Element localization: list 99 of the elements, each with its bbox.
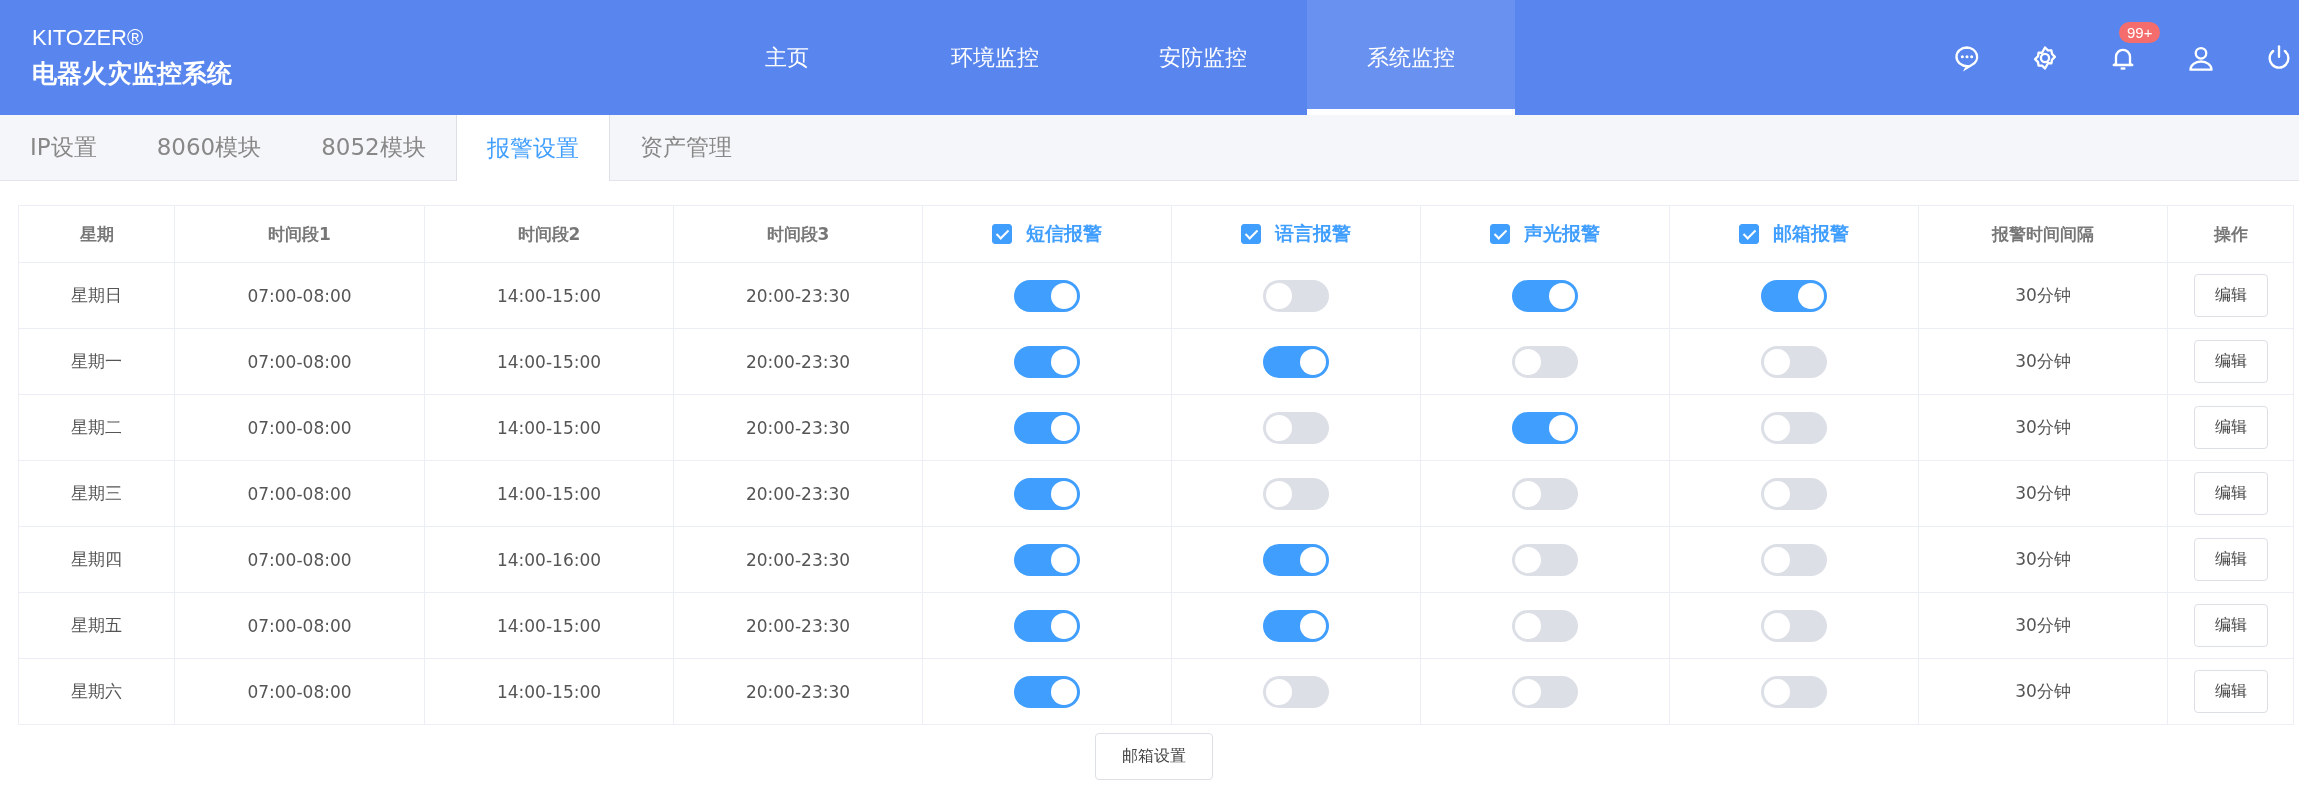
checkbox[interactable] xyxy=(1241,224,1261,244)
toggle-switch[interactable] xyxy=(1761,345,1827,378)
toggle-switch[interactable] xyxy=(1761,477,1827,510)
checkbox[interactable] xyxy=(992,224,1012,244)
column-header: 语言报警 xyxy=(1275,221,1351,246)
toggle-switch[interactable] xyxy=(1761,279,1827,312)
table-cell: 07:00-08:00 xyxy=(247,549,352,570)
table-cell: 星期日 xyxy=(71,285,122,305)
table-cell: 30分钟 xyxy=(2015,681,2071,701)
table-cell: 30分钟 xyxy=(2015,549,2071,569)
sub-tab[interactable]: 8052模块 xyxy=(291,115,456,180)
checkbox[interactable] xyxy=(1739,224,1759,244)
toggle-switch[interactable] xyxy=(1512,411,1578,444)
toggle-switch[interactable] xyxy=(1761,609,1827,642)
toggle-switch[interactable] xyxy=(1014,279,1080,312)
table-cell: 07:00-08:00 xyxy=(247,615,352,636)
table-cell: 星期一 xyxy=(71,351,122,371)
nav-tab[interactable]: 安防监控 xyxy=(1099,0,1307,115)
table-cell: 30分钟 xyxy=(2015,417,2071,437)
toggle-switch[interactable] xyxy=(1014,411,1080,444)
toggle-switch[interactable] xyxy=(1512,609,1578,642)
toggle-switch[interactable] xyxy=(1263,279,1329,312)
table-cell: 星期六 xyxy=(71,681,122,701)
table-cell: 星期三 xyxy=(71,483,122,503)
table-cell: 07:00-08:00 xyxy=(247,417,352,438)
sub-tab[interactable]: 资产管理 xyxy=(609,115,762,180)
toggle-switch[interactable] xyxy=(1014,345,1080,378)
column-header: 操作 xyxy=(2213,223,2248,244)
table-cell: 星期二 xyxy=(71,417,122,437)
table-cell: 30分钟 xyxy=(2015,285,2071,305)
column-header: 星期 xyxy=(79,223,114,244)
table-cell: 20:00-23:30 xyxy=(745,615,851,636)
table-cell: 20:00-23:30 xyxy=(745,417,851,438)
table-cell: 30分钟 xyxy=(2015,615,2071,635)
sub-tab[interactable]: IP设置 xyxy=(0,115,127,180)
nav-tab[interactable]: 系统监控 xyxy=(1307,0,1515,115)
table-cell: 14:00-15:00 xyxy=(496,417,602,438)
table-cell: 星期五 xyxy=(71,615,122,635)
table-cell: 14:00-15:00 xyxy=(496,285,602,306)
edit-button[interactable]: 编辑 xyxy=(2193,538,2268,581)
toggle-switch[interactable] xyxy=(1761,543,1827,576)
column-header: 时间段3 xyxy=(766,223,830,244)
toggle-switch[interactable] xyxy=(1512,279,1578,312)
toggle-switch[interactable] xyxy=(1014,477,1080,510)
email-settings-button[interactable]: 邮箱设置 xyxy=(1095,733,1213,780)
column-header: 声光报警 xyxy=(1524,221,1600,246)
settings-icon[interactable] xyxy=(2031,43,2059,72)
toggle-switch[interactable] xyxy=(1512,543,1578,576)
column-header: 短信报警 xyxy=(1026,221,1102,246)
table-cell: 30分钟 xyxy=(2015,483,2071,503)
edit-button[interactable]: 编辑 xyxy=(2193,340,2268,383)
table-cell: 07:00-08:00 xyxy=(247,681,352,702)
toggle-switch[interactable] xyxy=(1263,543,1329,576)
toggle-switch[interactable] xyxy=(1263,411,1329,444)
column-header: 邮箱报警 xyxy=(1773,221,1849,246)
table-cell: 20:00-23:30 xyxy=(745,681,851,702)
toggle-switch[interactable] xyxy=(1761,675,1827,708)
toggle-switch[interactable] xyxy=(1263,477,1329,510)
table-cell: 星期四 xyxy=(71,549,122,569)
table-cell: 14:00-15:00 xyxy=(496,681,602,702)
edit-button[interactable]: 编辑 xyxy=(2193,274,2268,317)
table-cell: 07:00-08:00 xyxy=(247,483,352,504)
table-cell: 30分钟 xyxy=(2015,351,2071,371)
table-cell: 14:00-15:00 xyxy=(496,483,602,504)
table-cell: 14:00-15:00 xyxy=(496,615,602,636)
toggle-switch[interactable] xyxy=(1014,675,1080,708)
edit-button[interactable]: 编辑 xyxy=(2193,604,2268,647)
system-title: 电器火灾监控系统 xyxy=(32,58,233,90)
edit-button[interactable]: 编辑 xyxy=(2193,406,2268,449)
sub-tab[interactable]: 8060模块 xyxy=(126,115,292,180)
toggle-switch[interactable] xyxy=(1263,345,1329,378)
column-header: 时间段1 xyxy=(268,223,331,244)
toggle-switch[interactable] xyxy=(1014,543,1080,576)
brand-name: KITOZER® xyxy=(32,25,145,51)
table-cell: 07:00-08:00 xyxy=(247,285,352,306)
toggle-switch[interactable] xyxy=(1512,477,1578,510)
sub-tab[interactable]: 报警设置 xyxy=(455,115,610,181)
chat-icon[interactable] xyxy=(1953,43,1981,72)
toggle-switch[interactable] xyxy=(1761,411,1827,444)
edit-button[interactable]: 编辑 xyxy=(2193,472,2268,515)
notification-badge: 99+ xyxy=(2119,21,2161,43)
toggle-switch[interactable] xyxy=(1014,609,1080,642)
column-header: 报警时间间隔 xyxy=(1992,223,2094,244)
checkbox[interactable] xyxy=(1490,224,1510,244)
table-cell: 14:00-16:00 xyxy=(496,549,602,570)
table-cell: 14:00-15:00 xyxy=(496,351,602,372)
toggle-switch[interactable] xyxy=(1263,675,1329,708)
toggle-switch[interactable] xyxy=(1512,675,1578,708)
toggle-switch[interactable] xyxy=(1263,609,1329,642)
nav-tab[interactable]: 主页 xyxy=(683,0,891,115)
toggle-switch[interactable] xyxy=(1512,345,1578,378)
edit-button[interactable]: 编辑 xyxy=(2193,670,2268,713)
table-cell: 20:00-23:30 xyxy=(745,351,851,372)
column-header: 时间段2 xyxy=(517,223,581,244)
table-cell: 20:00-23:30 xyxy=(745,549,851,570)
nav-tab[interactable]: 环境监控 xyxy=(891,0,1099,115)
table-cell: 20:00-23:30 xyxy=(745,483,851,504)
table-cell: 20:00-23:30 xyxy=(745,285,851,306)
table-cell: 07:00-08:00 xyxy=(247,351,352,372)
